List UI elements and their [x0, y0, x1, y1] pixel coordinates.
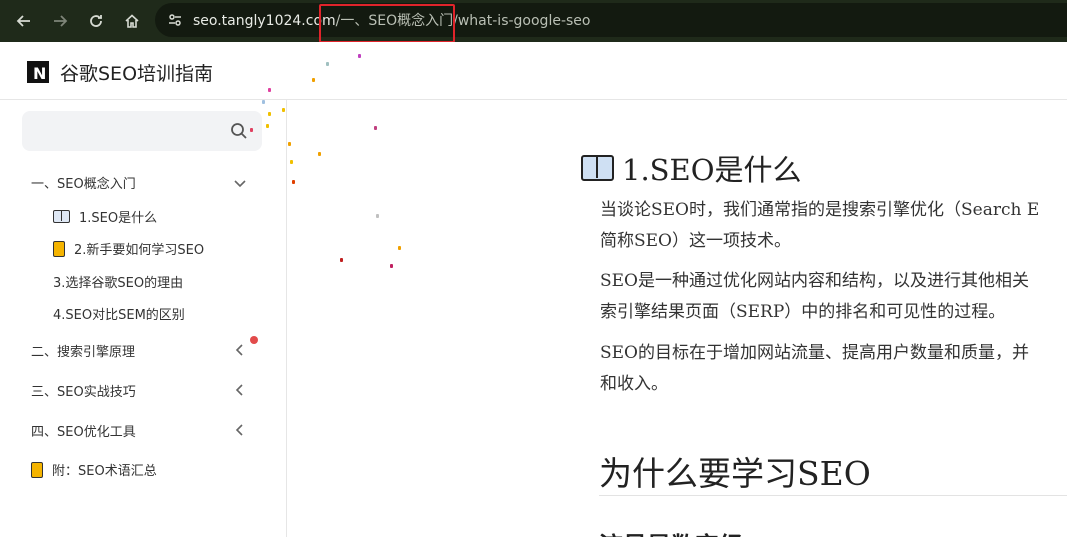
chevron-left-icon[interactable]: [232, 422, 248, 438]
sidebar-item-how-to-learn[interactable]: 2.新手要如何学习SEO: [53, 239, 204, 258]
sidebar-item-seo-vs-sem[interactable]: 4.SEO对比SEM的区别: [53, 304, 185, 323]
article-content: 1.SEO是什么 当谈论SEO时，我们通常指的是搜索引擎优化（Search E …: [288, 101, 1067, 537]
home-button[interactable]: [116, 5, 148, 37]
divider: [599, 495, 1067, 496]
paragraph: 当谈论SEO时，我们通常指的是搜索引擎优化（Search E 简称SEO）这一项…: [600, 195, 1067, 257]
back-button[interactable]: [8, 5, 40, 37]
confetti-piece: [358, 54, 361, 58]
notebook-icon: [53, 240, 65, 257]
search-icon[interactable]: [230, 122, 248, 140]
sidebar-section-engine-principles[interactable]: 二、搜索引擎原理: [31, 341, 135, 360]
sidebar-item-label: 附：SEO术语汇总: [52, 464, 157, 479]
url-path: /一、SEO概念入门/what-is-google-seo: [335, 13, 591, 29]
reload-button[interactable]: [80, 5, 112, 37]
article-title-text: 1.SEO是什么: [622, 153, 802, 187]
site-title[interactable]: 谷歌SEO培训指南: [60, 59, 213, 86]
sidebar-item-label: 1.SEO是什么: [79, 211, 158, 226]
sidebar-item-label: 2.新手要如何学习SEO: [74, 243, 205, 258]
book-icon: [581, 155, 614, 181]
confetti-piece: [250, 128, 253, 132]
sidebar-item-why-google[interactable]: 3.选择谷歌SEO的理由: [53, 272, 183, 291]
forward-button[interactable]: [44, 5, 76, 37]
confetti-piece: [312, 78, 315, 82]
tune-icon: [169, 14, 181, 26]
sidebar-item-what-is-seo[interactable]: 1.SEO是什么: [53, 207, 157, 226]
arrow-right-icon: [54, 15, 68, 27]
confetti-piece: [268, 88, 271, 92]
notification-dot: [250, 336, 258, 344]
sub-heading: 流量是数字经: [599, 526, 743, 537]
paragraph: SEO的目标在于增加网站流量、提高用户数量和质量，并 和收入。: [600, 338, 1067, 400]
home-icon: [125, 14, 139, 28]
paragraph-line: 索引擎结果页面（SERP）中的排名和可见性的过程。: [600, 302, 1006, 322]
arrow-left-icon: [16, 15, 30, 27]
sidebar-section-concepts[interactable]: 一、SEO概念入门: [31, 173, 136, 192]
site-logo[interactable]: N: [27, 61, 49, 83]
sidebar-item-label: 4.SEO对比SEM的区别: [53, 308, 185, 323]
article-title: 1.SEO是什么: [581, 147, 801, 189]
section-heading: 为什么要学习SEO: [599, 454, 871, 493]
chevron-left-icon[interactable]: [232, 342, 248, 358]
sidebar: 一、SEO概念入门 1.SEO是什么 2.新手要如何学习SEO 3.选择谷歌SE…: [0, 100, 287, 537]
confetti-piece: [282, 108, 285, 112]
confetti-piece: [262, 100, 265, 104]
site-info-button[interactable]: [163, 8, 187, 32]
address-bar[interactable]: seo.tangly1024.com/一、SEO概念入门/what-is-goo…: [155, 3, 1067, 37]
sidebar-item-glossary[interactable]: 附：SEO术语汇总: [31, 460, 157, 479]
reload-icon: [90, 15, 102, 27]
paragraph-line: 和收入。: [600, 374, 668, 394]
confetti-piece: [266, 124, 269, 128]
paragraph: SEO是一种通过优化网站内容和结构，以及进行其他相关 索引擎结果页面（SERP）…: [600, 266, 1067, 328]
confetti-piece: [268, 112, 271, 116]
site-header: N 谷歌SEO培训指南: [0, 42, 1067, 100]
paragraph-line: SEO的目标在于增加网站流量、提高用户数量和质量，并: [600, 343, 1029, 363]
search-input[interactable]: [22, 111, 222, 151]
notebook-icon: [31, 461, 43, 478]
paragraph-line: SEO是一种通过优化网站内容和结构，以及进行其他相关: [600, 271, 1029, 291]
paragraph-line: 当谈论SEO时，我们通常指的是搜索引擎优化（Search E: [600, 200, 1040, 220]
url-domain: seo.tangly1024.com: [193, 13, 336, 29]
search-box[interactable]: [22, 111, 262, 151]
url-text[interactable]: seo.tangly1024.com/一、SEO概念入门/what-is-goo…: [193, 10, 590, 30]
chevron-left-icon[interactable]: [232, 382, 248, 398]
paragraph-line: 简称SEO）这一项技术。: [600, 231, 791, 251]
sidebar-section-practice[interactable]: 三、SEO实战技巧: [31, 381, 136, 400]
book-icon: [53, 210, 70, 223]
sidebar-item-label: 3.选择谷歌SEO的理由: [53, 276, 184, 291]
chevron-down-icon[interactable]: [232, 175, 248, 191]
confetti-piece: [326, 62, 329, 66]
sidebar-section-tools[interactable]: 四、SEO优化工具: [31, 421, 136, 440]
